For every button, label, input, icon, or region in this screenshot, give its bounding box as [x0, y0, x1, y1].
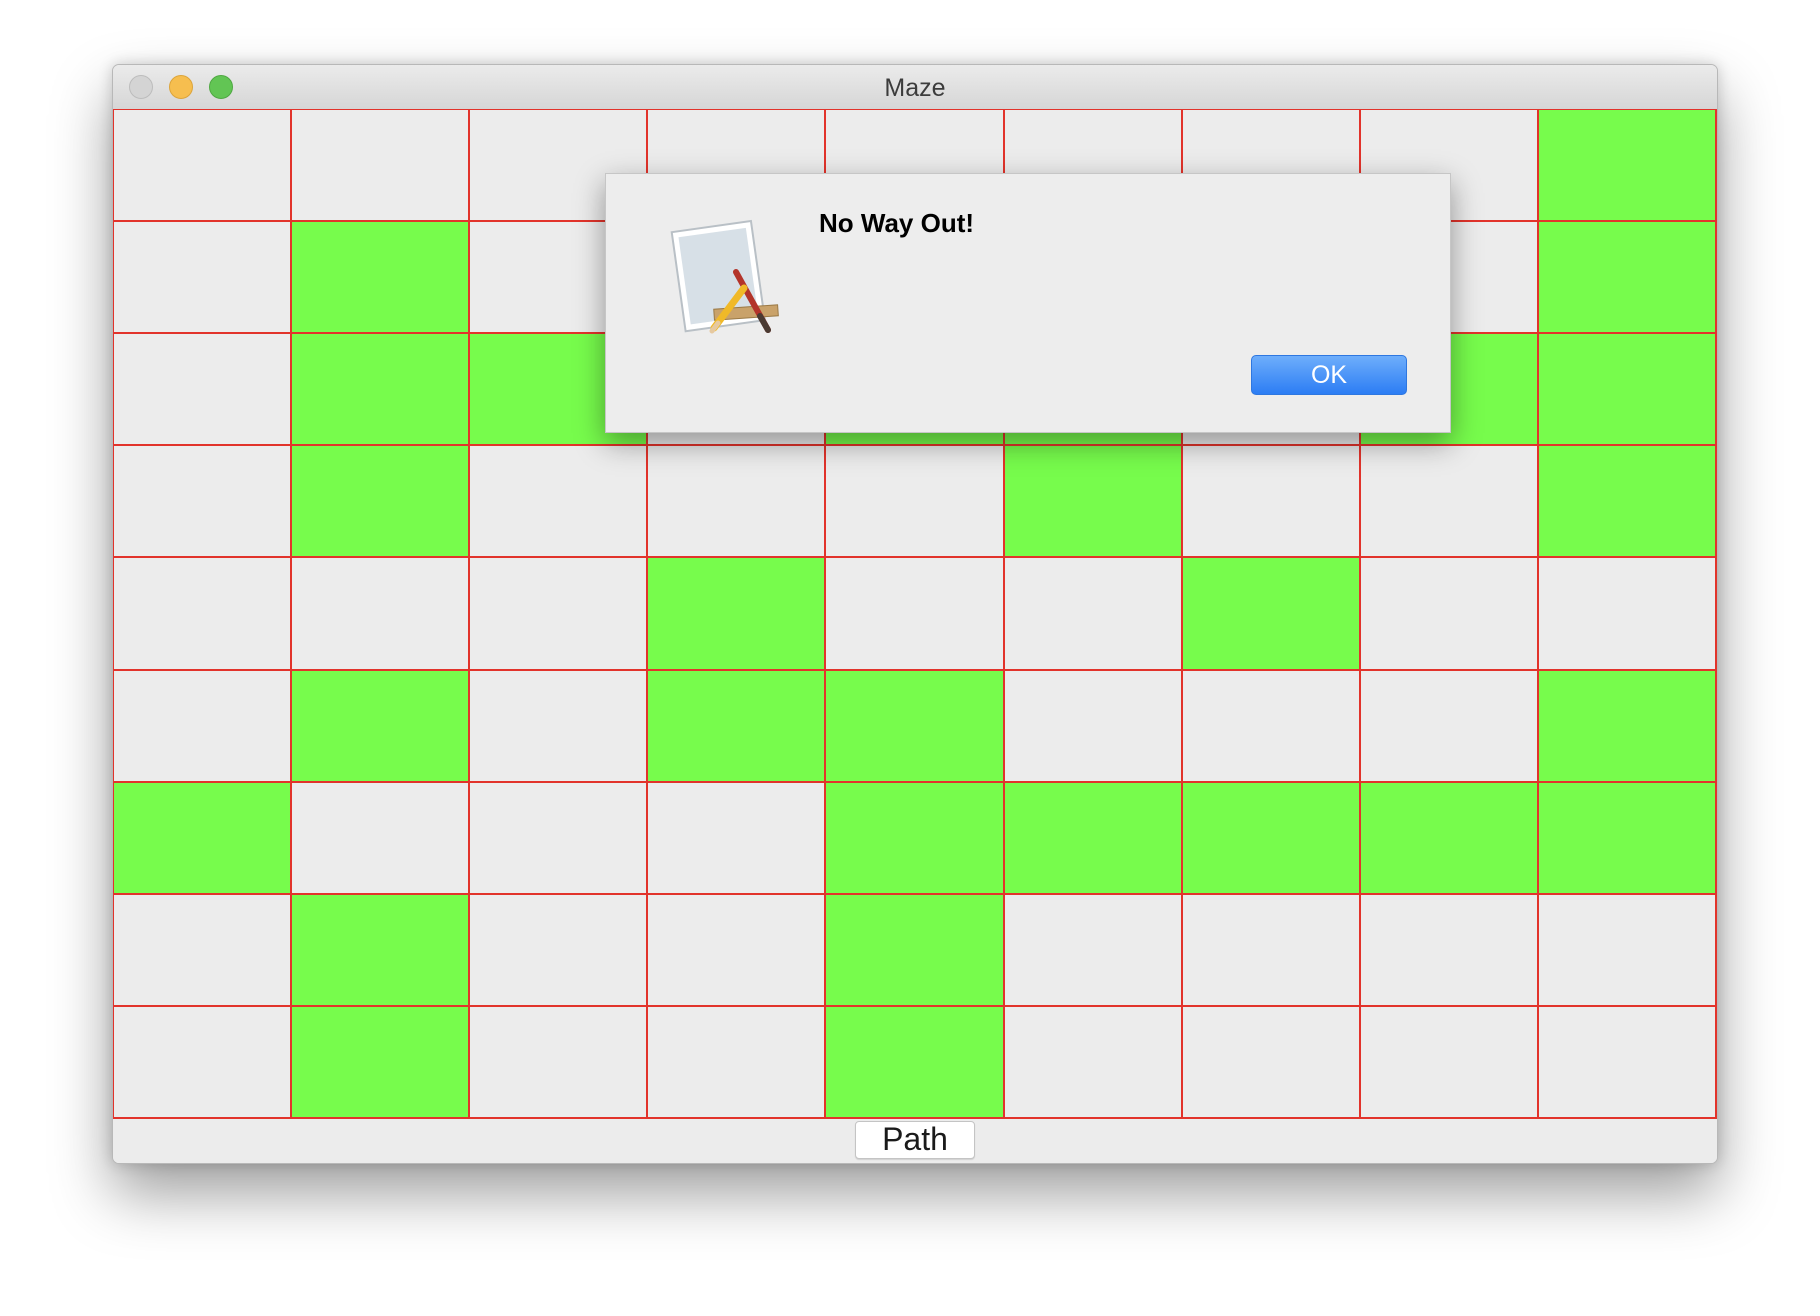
maze-cell[interactable]: [114, 894, 293, 1007]
maze-cell[interactable]: [114, 334, 293, 447]
maze-cell[interactable]: [1538, 446, 1717, 559]
maze-cell[interactable]: [292, 782, 471, 895]
title-bar[interactable]: Maze: [113, 65, 1717, 110]
ok-button[interactable]: OK: [1251, 355, 1407, 395]
maze-cell[interactable]: [114, 1006, 293, 1119]
minimize-window-button[interactable]: [169, 75, 193, 99]
maze-cell[interactable]: [114, 782, 293, 895]
alert-dialog: No Way Out! OK: [605, 173, 1451, 433]
window-title: Maze: [884, 74, 946, 102]
maze-cell[interactable]: [292, 334, 471, 447]
bottom-bar: Path: [113, 1119, 1717, 1163]
maze-cell[interactable]: [648, 446, 827, 559]
maze-cell[interactable]: [114, 446, 293, 559]
maze-cell[interactable]: [1360, 446, 1539, 559]
maze-cell[interactable]: [1538, 670, 1717, 783]
maze-cell[interactable]: [1360, 894, 1539, 1007]
alert-message: No Way Out!: [819, 208, 975, 238]
maze-cell[interactable]: [826, 894, 1005, 1007]
maze-cell[interactable]: [292, 894, 471, 1007]
maze-cell[interactable]: [1182, 894, 1361, 1007]
maze-cell[interactable]: [648, 558, 827, 671]
maze-cell[interactable]: [648, 1006, 827, 1119]
maze-cell[interactable]: [648, 894, 827, 1007]
maze-cell[interactable]: [470, 670, 649, 783]
maze-cell[interactable]: [470, 894, 649, 1007]
app-icon: [664, 212, 782, 342]
maze-cell[interactable]: [114, 222, 293, 335]
maze-cell[interactable]: [292, 670, 471, 783]
close-window-button[interactable]: [129, 75, 153, 99]
maze-cell[interactable]: [470, 446, 649, 559]
maze-cell[interactable]: [826, 446, 1005, 559]
maze-cell[interactable]: [648, 670, 827, 783]
maze-cell[interactable]: [1360, 782, 1539, 895]
maze-cell[interactable]: [1004, 894, 1183, 1007]
maze-cell[interactable]: [292, 1006, 471, 1119]
path-button[interactable]: Path: [855, 1121, 975, 1159]
maze-cell[interactable]: [114, 110, 293, 223]
maze-cell[interactable]: [292, 110, 471, 223]
maze-cell[interactable]: [470, 1006, 649, 1119]
maze-cell[interactable]: [1182, 1006, 1361, 1119]
maze-cell[interactable]: [1360, 558, 1539, 671]
maze-cell[interactable]: [1004, 670, 1183, 783]
maze-cell[interactable]: [114, 670, 293, 783]
maze-cell[interactable]: [1004, 446, 1183, 559]
maze-cell[interactable]: [1538, 894, 1717, 1007]
maze-cell[interactable]: [1538, 782, 1717, 895]
maze-cell[interactable]: [1538, 1006, 1717, 1119]
maze-cell[interactable]: [292, 222, 471, 335]
maze-cell[interactable]: [1182, 446, 1361, 559]
maze-cell[interactable]: [826, 558, 1005, 671]
maze-cell[interactable]: [1538, 110, 1717, 223]
maze-cell[interactable]: [1538, 334, 1717, 447]
maze-cell[interactable]: [648, 782, 827, 895]
maze-cell[interactable]: [1182, 670, 1361, 783]
maze-cell[interactable]: [1538, 558, 1717, 671]
maze-cell[interactable]: [1004, 558, 1183, 671]
maze-cell[interactable]: [1004, 1006, 1183, 1119]
zoom-window-button[interactable]: [209, 75, 233, 99]
maze-cell[interactable]: [826, 782, 1005, 895]
maze-cell[interactable]: [1182, 782, 1361, 895]
maze-window: Maze Path No Way Out! OK: [112, 64, 1718, 1164]
maze-cell[interactable]: [826, 670, 1005, 783]
maze-cell[interactable]: [114, 558, 293, 671]
maze-cell[interactable]: [470, 558, 649, 671]
maze-cell[interactable]: [1004, 782, 1183, 895]
maze-cell[interactable]: [826, 1006, 1005, 1119]
maze-cell[interactable]: [292, 446, 471, 559]
maze-cell[interactable]: [1360, 670, 1539, 783]
maze-cell[interactable]: [1360, 1006, 1539, 1119]
maze-cell[interactable]: [470, 782, 649, 895]
maze-cell[interactable]: [1538, 222, 1717, 335]
maze-cell[interactable]: [1182, 558, 1361, 671]
maze-cell[interactable]: [292, 558, 471, 671]
